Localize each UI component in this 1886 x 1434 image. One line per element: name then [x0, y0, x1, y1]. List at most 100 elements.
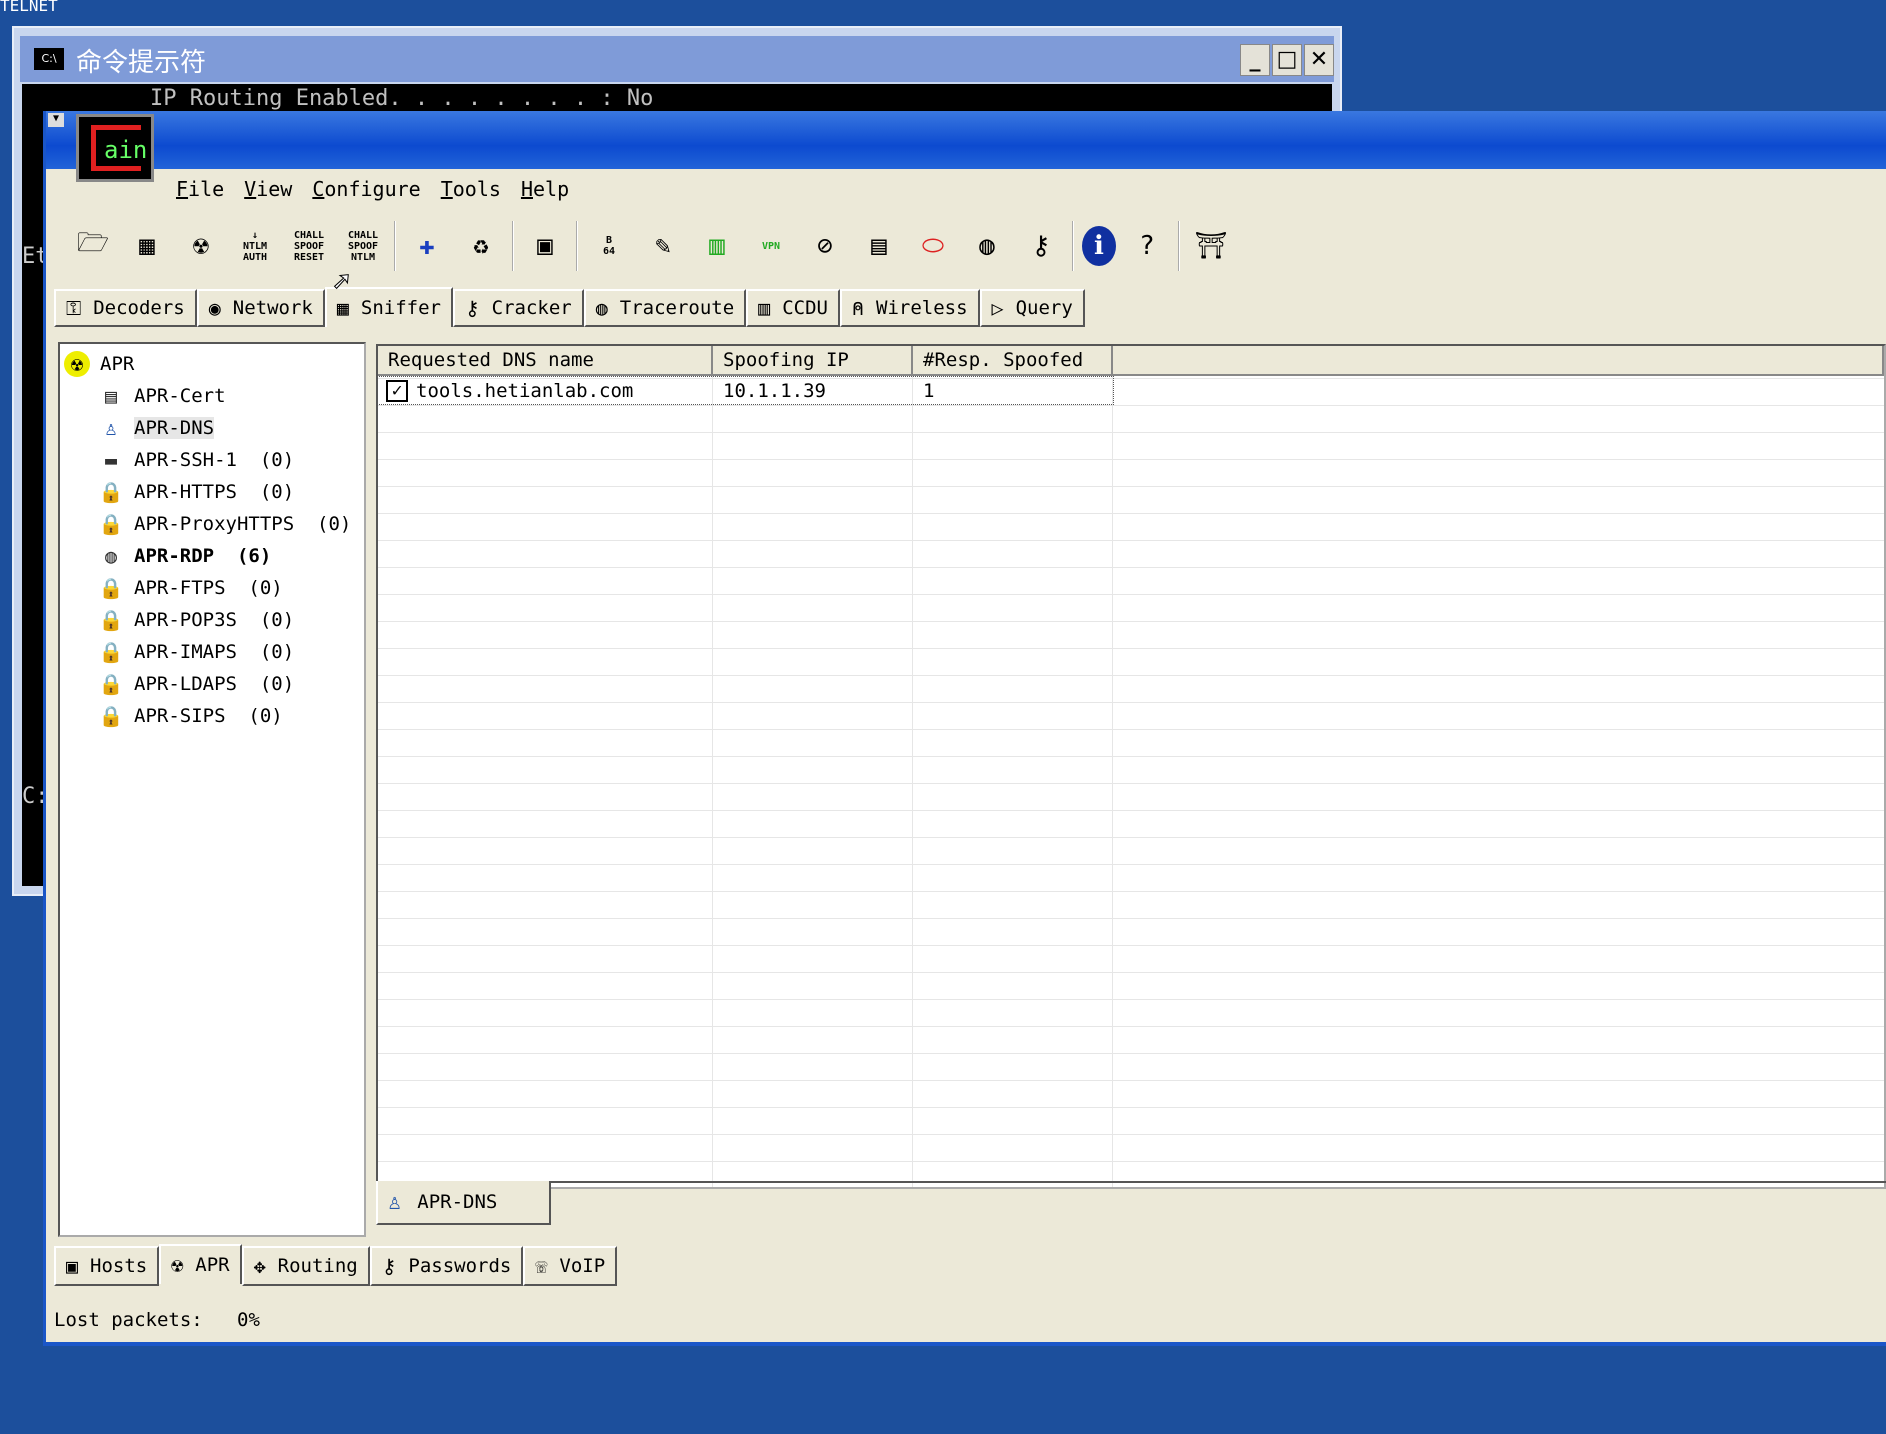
cmd-titlebar[interactable]: C:\ 命令提示符 _ □ ✕: [20, 36, 1334, 82]
ccdu-icon: ▥: [758, 296, 771, 320]
tree-item-label: APR-ProxyHTTPS (0): [134, 513, 352, 535]
menu-file[interactable]: File: [176, 177, 224, 205]
tree-item-label: APR-RDP (6): [134, 545, 272, 567]
menu-help[interactable]: Help: [521, 177, 569, 205]
apr-icon[interactable]: ☢: [178, 221, 224, 271]
bottom-tab-hosts[interactable]: ▣ Hosts: [54, 1246, 160, 1286]
globe-icon[interactable]: ◍: [964, 221, 1010, 271]
tab-label: Routing: [277, 1255, 358, 1277]
apr-icon: ☢: [64, 351, 90, 377]
lock-icon: 🔒: [98, 672, 124, 696]
tree-item[interactable]: 🔒 APR-FTPS (0): [60, 572, 364, 604]
tree-item[interactable]: 🔒 APR-SIPS (0): [60, 700, 364, 732]
resp-spoofed-cell: 1: [923, 379, 935, 402]
wrench-icon[interactable]: ⚷: [1018, 221, 1064, 271]
tab-label: Hosts: [90, 1255, 148, 1277]
column-header-spoofing-ip[interactable]: Spoofing IP: [713, 346, 913, 376]
key-icon[interactable]: ✎: [640, 221, 686, 271]
calculator-icon[interactable]: ▤: [856, 221, 902, 271]
menu-view[interactable]: View: [244, 177, 292, 205]
tab-wireless[interactable]: ⍝ Wireless: [839, 289, 980, 327]
tab-cracker[interactable]: ⚷ Cracker: [453, 289, 584, 327]
passwords-icon: ⚷: [381, 1254, 397, 1278]
tab-label: Decoders: [93, 297, 185, 319]
tab-label: Cracker: [491, 297, 572, 319]
vpn-icon[interactable]: VPN: [748, 221, 794, 271]
bottom-tab-apr[interactable]: ☢ APR: [159, 1244, 242, 1284]
add-icon[interactable]: ✚: [404, 221, 450, 271]
decoders-icon: ⚿: [66, 296, 82, 320]
network-card-icon[interactable]: ▣: [522, 221, 568, 271]
close-button[interactable]: ✕: [1304, 44, 1334, 76]
tree-item-label: APR-SSH-1 (0): [134, 449, 295, 471]
tab-traceroute[interactable]: ◍ Traceroute: [583, 289, 747, 327]
tree-item[interactable]: 🔒 APR-IMAPS (0): [60, 636, 364, 668]
folder-icon[interactable]: 🗁: [70, 221, 116, 271]
bottom-tab-routing[interactable]: ✥ Routing: [241, 1246, 370, 1286]
tree-item[interactable]: ▬ APR-SSH-1 (0): [60, 444, 364, 476]
cain-window[interactable]: ▼ ain File View Configure Tools Help 🗁 ▦ ☢…: [43, 111, 1886, 1346]
tree-item-label: APR-FTPS (0): [134, 577, 283, 599]
bottom-tab-passwords[interactable]: ⚷ Passwords: [369, 1246, 524, 1286]
column-header-dns-name[interactable]: Requested DNS name: [378, 346, 713, 376]
chall-spoof-ntlm-icon[interactable]: CHALL SPOOF NTLM: [340, 221, 386, 271]
menu-tools[interactable]: Tools: [441, 177, 501, 205]
base64-icon[interactable]: B 64: [586, 221, 632, 271]
tree-item[interactable]: 🔒 APR-LDAPS (0): [60, 668, 364, 700]
tab-label: Query: [1015, 297, 1073, 319]
table-row[interactable]: ✓ tools.hetianlab.com 10.1.1.39 1: [378, 376, 1114, 405]
ntlm-auth-icon[interactable]: ↓ NTLM AUTH: [232, 221, 278, 271]
tree-item[interactable]: ◍ APR-RDP (6): [60, 540, 364, 572]
tab-label: Network: [232, 297, 313, 319]
help-icon[interactable]: ?: [1124, 221, 1170, 271]
tree-item[interactable]: ♙ APR-DNS: [60, 412, 364, 444]
menu-configure[interactable]: Configure: [312, 177, 420, 205]
apr-icon: ☢: [171, 1253, 184, 1277]
sniffer-icon[interactable]: ▦: [124, 221, 170, 271]
chart-icon[interactable]: ▥: [694, 221, 740, 271]
no-icon[interactable]: ⊘: [802, 221, 848, 271]
cain-titlebar[interactable]: [46, 111, 1886, 169]
capsule-icon[interactable]: ⬭: [910, 221, 956, 271]
terminal-icon: ▬: [104, 448, 118, 472]
tab-decoders[interactable]: ⚿ Decoders: [54, 289, 197, 327]
tab-label: CCDU: [782, 297, 828, 319]
chall-spoof-reset-icon[interactable]: CHALL SPOOF RESET: [286, 221, 332, 271]
tree-item[interactable]: 🔒 APR-ProxyHTTPS (0): [60, 508, 364, 540]
tab-label: Passwords: [408, 1255, 512, 1277]
tab-label: Sniffer: [360, 297, 441, 319]
tab-network[interactable]: ◉ Network: [196, 289, 325, 327]
routing-icon: ✥: [253, 1254, 266, 1278]
status-bar: Lost packets: 0%: [54, 1309, 260, 1331]
recycle-icon[interactable]: ♻: [458, 221, 504, 271]
tree-item-label: APR-LDAPS (0): [134, 673, 295, 695]
dns-spoof-table[interactable]: Requested DNS name Spoofing IP #Resp. Sp…: [376, 344, 1886, 1189]
tree-item[interactable]: ▤ APR-Cert: [60, 380, 364, 412]
row-checkbox[interactable]: ✓: [386, 380, 408, 402]
exit-icon[interactable]: ⛩: [1188, 221, 1234, 271]
network-icon: ◉: [208, 296, 221, 320]
tab-ccdu[interactable]: ▥ CCDU: [746, 289, 840, 327]
tree-item-label: APR-Cert: [134, 385, 226, 407]
minimize-button[interactable]: _: [1240, 44, 1270, 76]
tree-item[interactable]: 🔒 APR-HTTPS (0): [60, 476, 364, 508]
menu-bar: File View Configure Tools Help: [176, 177, 569, 205]
tree-root-apr[interactable]: ☢ APR: [60, 348, 364, 380]
column-header-resp-spoofed[interactable]: #Resp. Spoofed: [913, 346, 1113, 376]
query-icon: ▷: [991, 296, 1004, 320]
tab-query[interactable]: ▷ Query: [979, 289, 1085, 327]
system-menu-icon[interactable]: ▼: [48, 113, 64, 127]
subtab-apr-dns[interactable]: ♙ APR-DNS: [376, 1181, 551, 1225]
rdp-icon: ◍: [104, 544, 118, 568]
maximize-button[interactable]: □: [1272, 44, 1302, 76]
apr-tree[interactable]: ☢ APR ▤ APR-Cert ♙ APR-DNS ▬ APR-SSH-1 (0) 🔒 APR…: [58, 342, 366, 1237]
console-line: IP Routing Enabled. . . . . . . . : No: [150, 86, 654, 111]
bottom-tab-voip[interactable]: ☏ VoIP: [523, 1246, 618, 1286]
lock-icon: 🔒: [98, 512, 124, 536]
lock-icon: 🔒: [98, 608, 124, 632]
tree-item-label: APR-IMAPS (0): [134, 641, 295, 663]
certificate-icon: ▤: [104, 384, 118, 408]
tree-item[interactable]: 🔒 APR-POP3S (0): [60, 604, 364, 636]
tree-item-label: APR-SIPS (0): [134, 705, 283, 727]
info-icon[interactable]: ℹ: [1082, 226, 1116, 266]
